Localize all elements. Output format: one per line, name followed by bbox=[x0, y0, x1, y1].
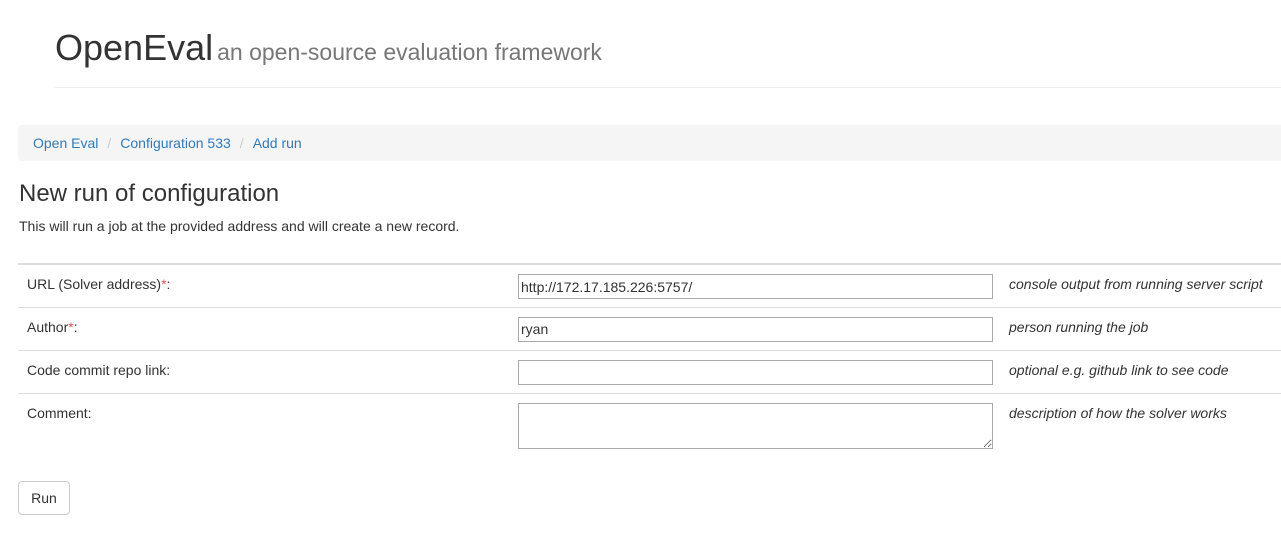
form-row-comment: Comment: description of how the solver w… bbox=[18, 393, 1281, 452]
repo-link-label: Code commit repo link: bbox=[18, 350, 518, 394]
comment-help-text: description of how the solver works bbox=[1009, 404, 1227, 421]
run-form-table: URL (Solver address)*: console output fr… bbox=[18, 263, 1281, 452]
url-input[interactable] bbox=[518, 274, 993, 299]
breadcrumb-link-add-run[interactable]: Add run bbox=[253, 135, 302, 151]
breadcrumb-separator: / bbox=[239, 135, 244, 151]
page-description: This will run a job at the provided addr… bbox=[19, 218, 460, 234]
breadcrumb-link-configuration[interactable]: Configuration 533 bbox=[120, 135, 231, 151]
required-marker: * bbox=[68, 318, 74, 335]
comment-label: Comment: bbox=[27, 404, 92, 421]
author-label: Author*: bbox=[18, 307, 518, 351]
form-row-author: Author*: person running the job bbox=[18, 307, 1281, 351]
breadcrumb-separator: / bbox=[107, 135, 112, 151]
breadcrumb-link-open-eval[interactable]: Open Eval bbox=[33, 135, 98, 151]
breadcrumb: Open Eval / Configuration 533 / Add run bbox=[18, 125, 1281, 161]
app-tagline: an open-source evaluation framework bbox=[217, 39, 602, 65]
author-help-text: person running the job bbox=[1009, 307, 1281, 351]
form-row-url: URL (Solver address)*: console output fr… bbox=[18, 264, 1281, 308]
comment-textarea[interactable] bbox=[518, 402, 993, 449]
repo-link-help-text: optional e.g. github link to see code bbox=[1009, 350, 1281, 394]
repo-link-input[interactable] bbox=[518, 359, 993, 385]
site-title: OpenEval an open-source evaluation framew… bbox=[55, 28, 602, 68]
page-title: New run of configuration bbox=[19, 180, 280, 207]
page-header: OpenEval an open-source evaluation framew… bbox=[55, 0, 1281, 88]
run-button[interactable]: Run bbox=[18, 481, 70, 515]
author-label-text: Author bbox=[27, 318, 69, 335]
url-label: URL (Solver address)*: bbox=[18, 264, 518, 308]
app-name: OpenEval bbox=[55, 27, 214, 68]
form-row-repo-link: Code commit repo link: optional e.g. git… bbox=[18, 350, 1281, 394]
required-marker: * bbox=[161, 276, 167, 292]
author-input[interactable] bbox=[518, 316, 993, 342]
url-help-text: console output from running server scrip… bbox=[1009, 264, 1281, 308]
url-label-text: URL (Solver address) bbox=[27, 276, 162, 292]
